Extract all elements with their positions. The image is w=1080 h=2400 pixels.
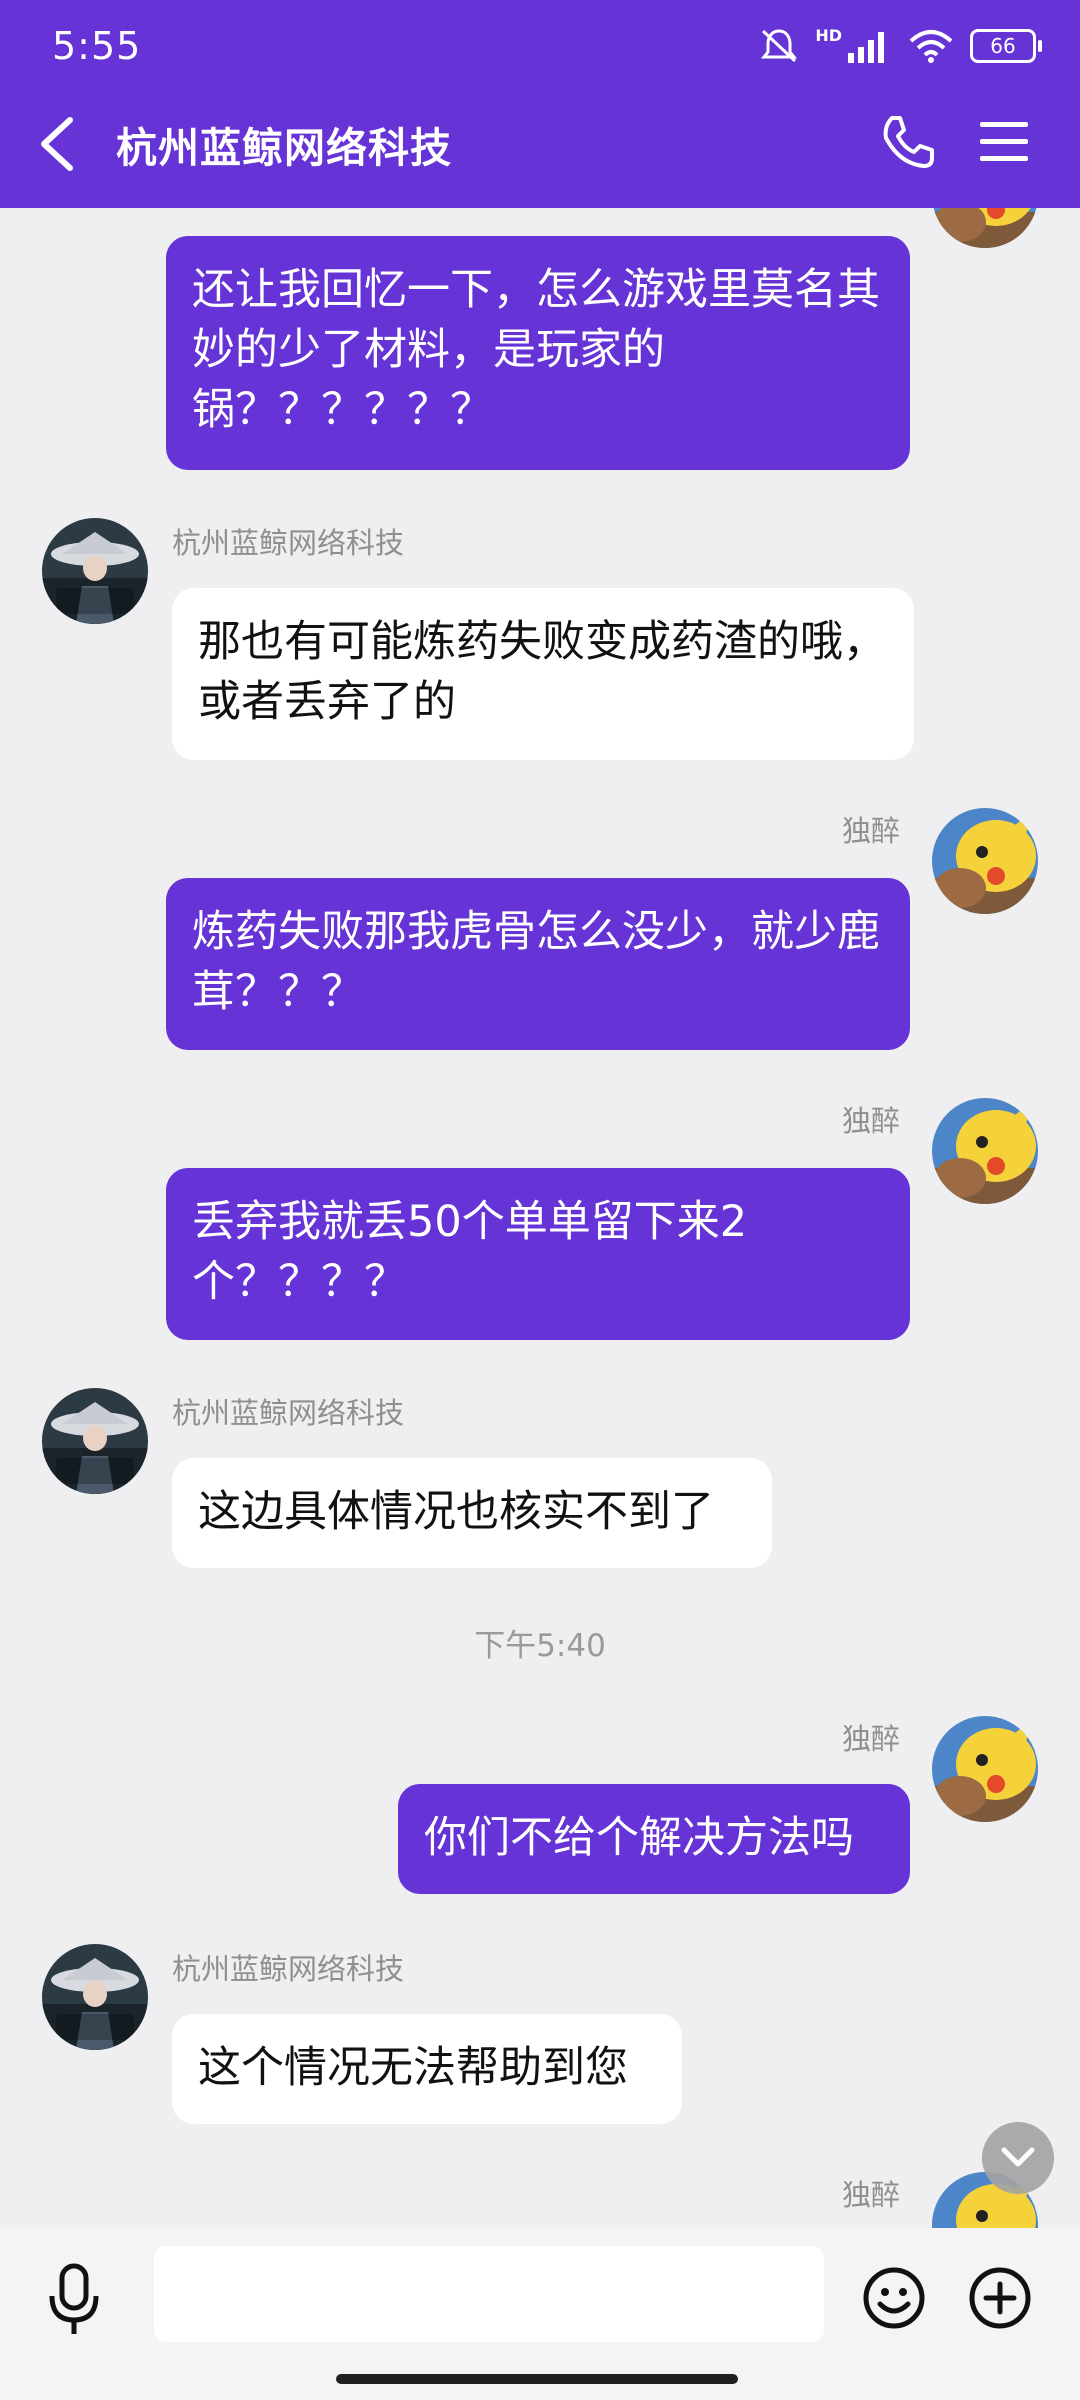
mute-icon: [761, 29, 798, 63]
scroll-to-bottom-button[interactable]: [982, 2122, 1054, 2194]
network-label: HD: [815, 26, 842, 45]
menu-icon[interactable]: [978, 118, 1030, 166]
chat-title: 杭州蓝鲸网络科技: [116, 124, 452, 172]
status-time: 5:55: [52, 24, 142, 68]
wifi-icon: [909, 30, 953, 63]
sender-name: 独醉: [841, 2178, 900, 2212]
signal-icon: [848, 32, 884, 63]
plus-icon[interactable]: [968, 2266, 1032, 2330]
message-bubble[interactable]: 这边具体情况也核实不到了: [172, 1458, 772, 1568]
sender-name: 杭州蓝鲸网络科技: [172, 1952, 405, 1986]
user-avatar[interactable]: [932, 1716, 1038, 1822]
message-bubble[interactable]: 丢弃我就丢50个单单留下来2个？？？？: [166, 1168, 910, 1340]
app-header: 5:55 HD 66 杭州蓝鲸网络科技: [0, 0, 1080, 208]
sender-name: 独醉: [841, 1104, 900, 1138]
user-avatar[interactable]: [932, 1098, 1038, 1204]
back-arrow-icon[interactable]: [34, 112, 82, 176]
message-bubble[interactable]: 那也有可能炼药失败变成药渣的哦，或者丢弃了的: [172, 588, 914, 760]
user-avatar[interactable]: [932, 808, 1038, 914]
message-bubble[interactable]: 炼药失败那我虎骨怎么没少，就少鹿茸？？？: [166, 878, 910, 1050]
input-bar: [0, 2228, 1080, 2400]
sender-name: 杭州蓝鲸网络科技: [172, 526, 405, 560]
chevron-down-icon: [1001, 2147, 1035, 2167]
message-bubble[interactable]: 还让我回忆一下，怎么游戏里莫名其妙的少了材料，是玩家的锅？？？？？？: [166, 236, 910, 470]
timestamp: 下午5:40: [474, 1628, 606, 1664]
agent-avatar[interactable]: [42, 1388, 148, 1494]
battery-indicator: 66: [970, 29, 1042, 63]
phone-icon[interactable]: [878, 112, 938, 172]
sender-name: 独醉: [841, 814, 900, 848]
emoji-icon[interactable]: [862, 2266, 926, 2330]
message-list[interactable]: 还让我回忆一下，怎么游戏里莫名其妙的少了材料，是玩家的锅？？？？？？ 杭州蓝鲸网…: [0, 208, 1080, 2228]
home-indicator[interactable]: [336, 2374, 738, 2384]
sender-name: 杭州蓝鲸网络科技: [172, 1396, 405, 1430]
message-bubble[interactable]: 这个情况无法帮助到您: [172, 2014, 682, 2124]
microphone-icon[interactable]: [44, 2262, 104, 2338]
message-bubble[interactable]: 你们不给个解决方法吗: [398, 1784, 910, 1894]
battery-level: 66: [990, 34, 1016, 58]
sender-name: 独醉: [841, 1722, 900, 1756]
agent-avatar[interactable]: [42, 1944, 148, 2050]
message-input[interactable]: [154, 2246, 824, 2342]
agent-avatar[interactable]: [42, 518, 148, 624]
status-icons: HD 66: [759, 26, 1042, 66]
user-avatar[interactable]: [932, 208, 1038, 248]
